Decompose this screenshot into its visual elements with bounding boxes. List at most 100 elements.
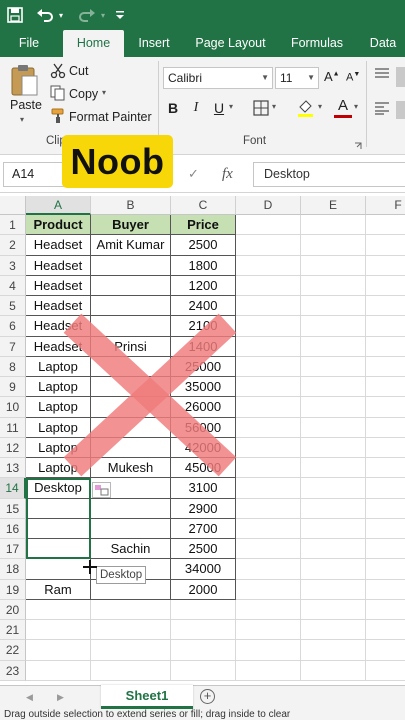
align-left-icon[interactable] bbox=[374, 101, 390, 120]
table-cell[interactable]: 45000 bbox=[171, 458, 236, 479]
table-cell[interactable] bbox=[26, 640, 91, 661]
table-cell[interactable] bbox=[171, 660, 236, 681]
enter-icon[interactable]: ✓ bbox=[188, 163, 199, 185]
table-cell[interactable] bbox=[366, 438, 405, 458]
bold-button[interactable]: B bbox=[163, 97, 183, 119]
table-cell[interactable]: 3100 bbox=[171, 478, 236, 499]
table-cell[interactable] bbox=[236, 397, 301, 418]
table-cell[interactable] bbox=[236, 275, 301, 296]
table-cell[interactable] bbox=[26, 599, 91, 620]
copy-button[interactable]: Copy bbox=[69, 87, 98, 101]
cut-icon[interactable] bbox=[50, 63, 66, 84]
table-cell[interactable] bbox=[236, 296, 301, 317]
row-header[interactable]: 5 bbox=[0, 296, 26, 317]
table-cell[interactable] bbox=[91, 518, 171, 539]
prev-sheet-icon[interactable]: ◀ bbox=[26, 692, 33, 703]
table-cell[interactable] bbox=[301, 620, 366, 641]
row-header[interactable]: 17 bbox=[0, 539, 26, 560]
table-cell[interactable] bbox=[301, 296, 366, 317]
table-cell[interactable]: 1400 bbox=[171, 336, 236, 357]
table-cell[interactable] bbox=[366, 215, 405, 236]
table-cell[interactable]: 2400 bbox=[171, 296, 236, 317]
orientation-icon[interactable] bbox=[396, 67, 405, 87]
row-header[interactable]: 23 bbox=[0, 660, 26, 681]
table-cell[interactable] bbox=[366, 580, 405, 600]
row-header[interactable]: 22 bbox=[0, 640, 26, 661]
row-header[interactable]: 1 bbox=[0, 215, 26, 236]
table-cell[interactable] bbox=[366, 640, 405, 661]
table-cell[interactable] bbox=[366, 296, 405, 317]
row-header[interactable]: 19 bbox=[0, 579, 26, 600]
table-cell[interactable]: Laptop bbox=[26, 397, 91, 418]
undo-icon[interactable] bbox=[34, 3, 56, 27]
row-header[interactable]: 10 bbox=[0, 397, 26, 418]
table-cell[interactable] bbox=[366, 620, 405, 641]
tab-data[interactable]: Data bbox=[362, 30, 404, 57]
table-cell[interactable]: 2700 bbox=[171, 518, 236, 539]
table-cell[interactable]: Headset bbox=[26, 235, 91, 256]
format-painter-icon[interactable] bbox=[50, 108, 66, 129]
table-cell[interactable] bbox=[236, 498, 301, 519]
table-cell[interactable]: Headset bbox=[26, 336, 91, 357]
table-cell[interactable] bbox=[236, 559, 301, 580]
table-cell[interactable] bbox=[91, 377, 171, 398]
table-cell[interactable]: Laptop bbox=[26, 356, 91, 377]
formula-input[interactable]: Desktop bbox=[253, 162, 405, 187]
table-cell[interactable] bbox=[366, 276, 405, 296]
table-cell[interactable]: 35000 bbox=[171, 377, 236, 398]
tab-page-layout[interactable]: Page Layout bbox=[190, 30, 271, 57]
table-cell[interactable] bbox=[91, 296, 171, 317]
table-cell[interactable]: Laptop bbox=[26, 437, 91, 458]
table-cell[interactable] bbox=[26, 660, 91, 681]
row-header[interactable]: 8 bbox=[0, 356, 26, 377]
table-cell[interactable] bbox=[366, 337, 405, 357]
fill-color-icon[interactable] bbox=[296, 98, 316, 123]
table-cell[interactable] bbox=[236, 437, 301, 458]
underline-dropdown-icon[interactable]: ▾ bbox=[229, 102, 233, 111]
table-cell[interactable] bbox=[301, 437, 366, 458]
table-cell[interactable] bbox=[301, 417, 366, 438]
table-cell[interactable] bbox=[366, 377, 405, 398]
paste-dropdown-icon[interactable]: ▾ bbox=[20, 115, 24, 124]
table-cell[interactable] bbox=[366, 559, 405, 580]
table-cell[interactable] bbox=[366, 519, 405, 539]
table-cell[interactable] bbox=[301, 518, 366, 539]
borders-icon[interactable] bbox=[253, 100, 269, 121]
table-cell[interactable] bbox=[301, 215, 366, 236]
table-cell[interactable]: Laptop bbox=[26, 417, 91, 438]
table-cell[interactable] bbox=[366, 539, 405, 560]
table-cell[interactable] bbox=[236, 620, 301, 641]
table-cell[interactable] bbox=[366, 499, 405, 519]
table-cell[interactable] bbox=[236, 478, 301, 499]
table-cell[interactable] bbox=[366, 397, 405, 418]
table-cell[interactable] bbox=[301, 275, 366, 296]
row-header[interactable]: 4 bbox=[0, 275, 26, 296]
table-cell[interactable] bbox=[301, 640, 366, 661]
font-color-icon[interactable]: A bbox=[334, 98, 352, 118]
table-cell[interactable] bbox=[236, 336, 301, 357]
table-cell[interactable] bbox=[236, 377, 301, 398]
paste-icon[interactable] bbox=[10, 63, 40, 102]
table-cell[interactable]: Laptop bbox=[26, 458, 91, 479]
table-cell[interactable] bbox=[91, 498, 171, 519]
table-cell[interactable] bbox=[91, 620, 171, 641]
font-name-select[interactable]: Calibri ▼ bbox=[163, 67, 273, 89]
cut-button[interactable]: Cut bbox=[69, 64, 88, 78]
table-cell[interactable] bbox=[171, 640, 236, 661]
table-cell[interactable] bbox=[366, 256, 405, 276]
table-cell[interactable]: Headset bbox=[26, 296, 91, 317]
table-cell[interactable]: Prinsi bbox=[91, 336, 171, 357]
table-cell[interactable] bbox=[91, 640, 171, 661]
row-header[interactable]: 7 bbox=[0, 336, 26, 357]
row-header[interactable]: 3 bbox=[0, 255, 26, 276]
table-cell[interactable]: 1200 bbox=[171, 275, 236, 296]
table-cell[interactable] bbox=[91, 397, 171, 418]
select-all-corner[interactable] bbox=[0, 196, 26, 215]
tab-file[interactable]: File bbox=[8, 30, 50, 57]
table-cell[interactable] bbox=[236, 518, 301, 539]
table-cell[interactable] bbox=[301, 255, 366, 276]
table-cell[interactable] bbox=[301, 235, 366, 256]
row-header[interactable]: 13 bbox=[0, 458, 26, 479]
table-cell[interactable] bbox=[91, 356, 171, 377]
table-cell[interactable]: 42000 bbox=[171, 437, 236, 458]
